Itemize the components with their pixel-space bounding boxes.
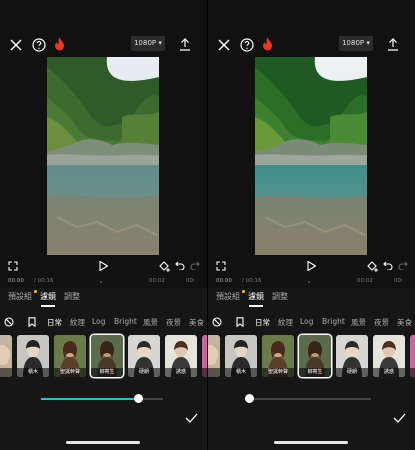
undo-icon[interactable] [383,260,393,270]
timeline-mark: 00: [186,278,195,284]
no-filter-icon[interactable] [212,317,222,327]
category-daily[interactable]: 日常 [47,317,62,328]
playback-controls [208,259,415,273]
timeline-mark: 00:02 [357,278,373,284]
top-bar: 1080P ▾ [208,34,415,56]
tab-filters[interactable]: 濾鏡 [248,291,264,307]
video-preview[interactable] [47,57,159,255]
redo-icon[interactable] [398,260,408,270]
filter-thumb[interactable] [208,335,220,377]
filter-panel: 預設組 濾鏡 調整 日常 紋理 Log Bright 風景 夜景 美食 積木 聖… [208,288,415,450]
category-daily[interactable]: 日常 [255,317,270,328]
close-icon[interactable] [8,37,24,53]
timeline-mark: 00:02 [149,278,165,284]
check-icon[interactable] [392,413,406,423]
tab-underline [249,305,263,307]
upload-icon[interactable] [178,37,192,51]
filter-thumb-selected[interactable]: 柳寄生 [299,335,331,377]
category-bright[interactable]: Bright [114,317,137,326]
playback-controls [0,259,207,273]
no-filter-icon[interactable] [4,317,14,327]
tab-adjust[interactable]: 調整 [64,291,80,302]
category-log[interactable]: Log [300,317,313,326]
bookmark-icon[interactable] [236,317,244,327]
category-landscape[interactable]: 風景 [351,317,366,328]
play-icon[interactable] [98,260,109,271]
new-badge [242,290,245,293]
category-night[interactable]: 夜景 [166,317,181,328]
filter-thumbnails: 積木 聖誕幹聲 柳寄生 硬朗 誘惑 [0,335,207,378]
help-icon[interactable] [31,37,46,52]
filter-thumb[interactable]: 積木 [17,335,49,377]
resolution-button[interactable]: 1080P ▾ [131,36,165,51]
filter-thumbnails: 積木 聖誕幹聲 柳寄生 硬朗 誘惑 [208,335,415,378]
filter-thumb[interactable]: 積木 [225,335,257,377]
keyframe-icon[interactable] [158,260,171,272]
filter-thumb[interactable]: 硬朗 [128,335,160,377]
fullscreen-icon[interactable] [7,260,18,271]
timeline-tick [308,281,310,283]
home-indicator [66,441,140,444]
total-time: / 00:16 [34,278,54,284]
slider-fill [41,398,139,400]
filter-thumb[interactable] [0,335,12,377]
filter-categories: 日常 紋理 Log Bright 風景 夜景 美食 [0,316,207,330]
slider-knob[interactable] [134,394,144,403]
current-time: 00:00 [216,278,232,284]
category-log[interactable]: Log [92,317,105,326]
timeline-tick [100,281,102,283]
total-time: / 00:16 [242,278,262,284]
panel-tabs: 預設組 濾鏡 調整 [0,290,207,307]
intensity-slider[interactable] [0,394,207,404]
editor-screen-right: 1080P ▾ 00:00 / 00:16 00:02 00: 預設組 濾鏡 調… [208,0,415,450]
flame-icon[interactable] [53,36,65,52]
category-food[interactable]: 美食 [189,317,204,328]
intensity-slider[interactable] [208,394,415,404]
upload-icon[interactable] [386,37,400,51]
filter-thumb[interactable]: 硬朗 [336,335,368,377]
undo-icon[interactable] [175,260,185,270]
slider-track [249,398,371,400]
timeline-ruler[interactable]: 00:00 / 00:16 00:02 00: [0,277,207,287]
panel-tabs: 預設組 濾鏡 調整 [208,290,415,307]
tab-filters[interactable]: 濾鏡 [40,291,56,307]
category-texture[interactable]: 紋理 [278,317,293,328]
editor-screen-left: 1080P ▾ 00:00 / 00:16 00:02 00: 預設組 濾鏡 調… [0,0,207,450]
slider-knob[interactable] [244,394,254,403]
filter-thumb[interactable]: 聖誕幹聲 [262,335,294,377]
play-icon[interactable] [306,260,317,271]
tab-presets[interactable]: 預設組 [216,290,245,302]
new-badge [34,290,37,293]
redo-icon[interactable] [190,260,200,270]
category-texture[interactable]: 紋理 [70,317,85,328]
check-icon[interactable] [184,413,198,423]
top-bar: 1080P ▾ [0,34,207,56]
tab-adjust[interactable]: 調整 [272,291,288,302]
flame-icon[interactable] [261,36,273,52]
category-bright[interactable]: Bright [322,317,345,326]
filter-panel: 預設組 濾鏡 調整 日常 紋理 Log Bright 風景 夜景 美食 積木 聖… [0,288,207,450]
category-landscape[interactable]: 風景 [143,317,158,328]
keyframe-icon[interactable] [366,260,379,272]
fullscreen-icon[interactable] [215,260,226,271]
filter-thumb-selected[interactable]: 柳寄生 [91,335,123,377]
tab-underline [41,305,55,307]
filter-thumb[interactable] [410,335,415,377]
bookmark-icon[interactable] [28,317,36,327]
category-food[interactable]: 美食 [397,317,412,328]
category-night[interactable]: 夜景 [374,317,389,328]
video-preview[interactable] [255,57,367,255]
timeline-ruler[interactable]: 00:00 / 00:16 00:02 00: [208,277,415,287]
close-icon[interactable] [216,37,232,53]
filter-thumb[interactable]: 聖誕幹聲 [54,335,86,377]
home-indicator [274,441,348,444]
current-time: 00:00 [8,278,24,284]
timeline-mark: 00: [394,278,403,284]
resolution-button[interactable]: 1080P ▾ [339,36,373,51]
help-icon[interactable] [239,37,254,52]
filter-thumb[interactable]: 誘惑 [165,335,197,377]
filter-thumb[interactable]: 誘惑 [373,335,405,377]
filter-categories: 日常 紋理 Log Bright 風景 夜景 美食 [208,316,415,330]
tab-presets[interactable]: 預設組 [8,290,37,302]
